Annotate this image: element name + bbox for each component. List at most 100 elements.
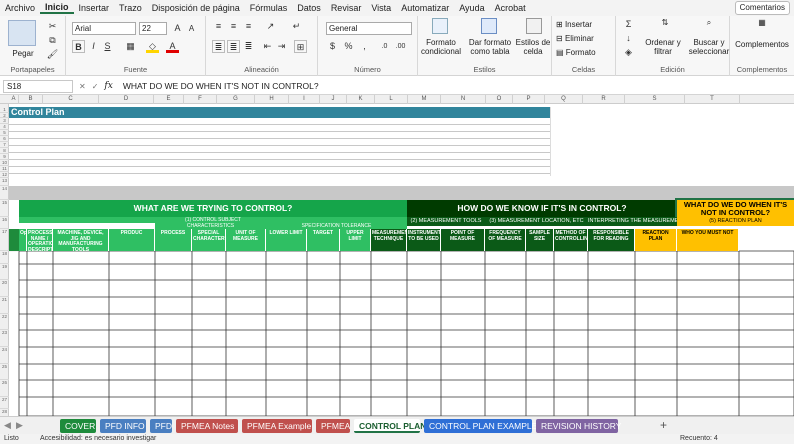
shrink-font-icon[interactable]: A (185, 22, 198, 35)
row-header-22[interactable]: 22 (0, 314, 9, 330)
cancel-formula-icon[interactable]: ✕ (79, 82, 86, 91)
column-header-M[interactable]: M (408, 95, 441, 104)
sheet-tab-pfmea-notes[interactable]: PFMEA Notes (176, 419, 238, 433)
format-table-icon[interactable] (481, 18, 497, 34)
align-top-icon[interactable]: ≡ (212, 20, 225, 33)
column-header-B[interactable]: B (19, 95, 43, 104)
confirm-formula-icon[interactable]: ✓ (92, 82, 99, 91)
align-middle-icon[interactable]: ≡ (227, 20, 240, 33)
align-left-icon[interactable]: ≣ (212, 40, 225, 53)
row-header-26[interactable]: 26 (0, 380, 9, 397)
column-header-cell[interactable]: TARGET (307, 229, 340, 251)
column-header-T[interactable]: T (685, 95, 740, 104)
cut-icon[interactable]: ✂ (46, 20, 59, 33)
menu-ayuda[interactable]: Ayuda (454, 3, 489, 13)
insert-function-icon[interactable]: fx (104, 81, 112, 91)
format-painter-icon[interactable]: 🖌 (46, 48, 59, 61)
clear-icon[interactable]: ◈ (622, 46, 635, 59)
menu-revisar[interactable]: Revisar (326, 3, 367, 13)
merge-center-icon[interactable]: ⊞ (294, 40, 307, 53)
column-header-G[interactable]: G (217, 95, 255, 104)
find-select-icon[interactable]: ⌕ (702, 18, 716, 32)
column-header-cell[interactable]: SPECIAL CHARACTERISTIC (192, 229, 226, 251)
conditional-format-icon[interactable] (432, 18, 448, 34)
reaction-plan-subheader[interactable]: (5) REACTION PLAN (677, 217, 794, 226)
sheet-tab-pfmea[interactable]: PFMEA (316, 419, 350, 433)
sheet-title[interactable]: Control Plan (9, 107, 550, 118)
sort-filter-button[interactable]: Ordenar y filtrar (640, 38, 686, 56)
row-header-24[interactable]: 24 (0, 347, 9, 364)
name-box[interactable]: S18 (3, 79, 73, 93)
row-header-23[interactable]: 23 (0, 330, 9, 347)
sheet-tab-cover[interactable]: COVER (60, 419, 96, 433)
row-header-19[interactable]: 19 (0, 264, 9, 280)
autosum-icon[interactable]: Σ (622, 18, 635, 31)
column-header-cell[interactable]: RESPONSIBLE FOR READING (588, 229, 635, 251)
increase-decimal-icon[interactable]: .0 (378, 40, 391, 53)
format-button[interactable]: ▤ Formato (556, 48, 614, 57)
column-header-C[interactable]: C (43, 95, 99, 104)
measurement-tools-header[interactable]: (2) MEASUREMENT TOOLS (407, 217, 485, 226)
column-header-N[interactable]: N (441, 95, 486, 104)
column-header-cell[interactable]: METHOD OF CONTROLLING (554, 229, 588, 251)
menu-archivo[interactable]: Archivo (0, 3, 40, 13)
conditional-format-button[interactable]: Formato condicional (420, 38, 462, 56)
accessibility-status[interactable]: Accesibilidad: es necesario investigar (40, 435, 156, 442)
row-header-27[interactable]: 27 (0, 397, 9, 409)
column-header-cell[interactable]: LOWER LIMIT (266, 229, 307, 251)
column-header-cell[interactable]: SAMPLE SIZE (526, 229, 554, 251)
sheet-tab-pfmea-example[interactable]: PFMEA Example (242, 419, 312, 433)
column-header-S[interactable]: S (625, 95, 685, 104)
column-header-cell[interactable]: REACTION PLAN (635, 229, 677, 251)
column-header-J[interactable]: J (320, 95, 347, 104)
column-header-cell[interactable]: WHO YOU MUST NOT (677, 229, 739, 251)
format-table-button[interactable]: Dar formato como tabla (468, 38, 512, 56)
row-header-14[interactable]: 14 (0, 186, 9, 200)
insert-button[interactable]: ⊞ Insertar (556, 20, 614, 29)
column-header-O[interactable]: O (486, 95, 513, 104)
cell-styles-icon[interactable] (526, 18, 542, 34)
scroll-tabs-left-icon[interactable]: ◀ (4, 420, 11, 431)
sheet-tab-revision-history[interactable]: REVISION HISTORY (536, 419, 621, 433)
sort-filter-icon[interactable]: ⇅ (658, 18, 672, 32)
add-sheet-icon[interactable]: + (660, 418, 667, 432)
menu-acrobat[interactable]: Acrobat (490, 3, 531, 13)
row-header-13[interactable]: 13 (0, 178, 9, 186)
formula-input[interactable]: WHAT DO WE DO WHEN IT'S NOT IN CONTROL? (123, 81, 794, 91)
menu-vista[interactable]: Vista (366, 3, 396, 13)
align-center-icon[interactable]: ≣ (227, 40, 240, 53)
sheet-tab-control-plan[interactable]: CONTROL PLAN (354, 419, 426, 433)
number-format-select[interactable]: General (326, 22, 412, 35)
column-header-cell[interactable]: MEASUREMENT TECHNIQUE (371, 229, 407, 251)
grow-font-icon[interactable]: A (171, 22, 184, 35)
menu-datos[interactable]: Datos (292, 3, 326, 13)
italic-button[interactable]: I (87, 40, 100, 53)
column-header-L[interactable]: L (375, 95, 408, 104)
row-header-18[interactable]: 18 (0, 251, 9, 264)
column-header-cell[interactable]: MACHINE, DEVICE, JIG AND MANUFACTURING T… (53, 229, 109, 251)
menu-inicio[interactable]: Inicio (40, 2, 74, 14)
row-header-15[interactable]: 15 (0, 200, 9, 217)
orientation-icon[interactable]: ↗ (264, 20, 277, 33)
font-name-select[interactable]: Arial (72, 22, 136, 35)
row-header-21[interactable]: 21 (0, 297, 9, 314)
comma-icon[interactable]: , (358, 40, 371, 53)
decrease-decimal-icon[interactable]: .00 (394, 40, 407, 53)
column-header-cell[interactable]: POINT OF MEASURE (441, 229, 485, 251)
fill-color-icon[interactable]: ◇ (146, 40, 159, 53)
cell-styles-button[interactable]: Estilos de celda (514, 38, 552, 56)
increase-indent-icon[interactable]: ⇥ (275, 40, 288, 53)
column-header-Q[interactable]: Q (545, 95, 583, 104)
column-header-cell[interactable]: UNIT OF MEASURE (226, 229, 266, 251)
measurement-location-header[interactable]: (3) MEASUREMENT LOCATION, ETC (485, 217, 588, 226)
font-size-select[interactable]: 22 (139, 22, 167, 35)
column-header-K[interactable]: K (347, 95, 375, 104)
bold-button[interactable]: B (72, 40, 85, 53)
column-header-E[interactable]: E (154, 95, 184, 104)
row-header-16[interactable]: 16 (0, 217, 9, 229)
sheet-tab-control-plan-example[interactable]: CONTROL PLAN EXAMPLE (424, 419, 537, 433)
menu-disposici-n-de-p-gina[interactable]: Disposición de página (147, 3, 245, 13)
column-header-cell[interactable]: PROCESS (155, 229, 192, 251)
sheet-tab-pfd-info[interactable]: PFD INFO (100, 419, 146, 433)
find-select-button[interactable]: Buscar y seleccionar (686, 38, 732, 56)
